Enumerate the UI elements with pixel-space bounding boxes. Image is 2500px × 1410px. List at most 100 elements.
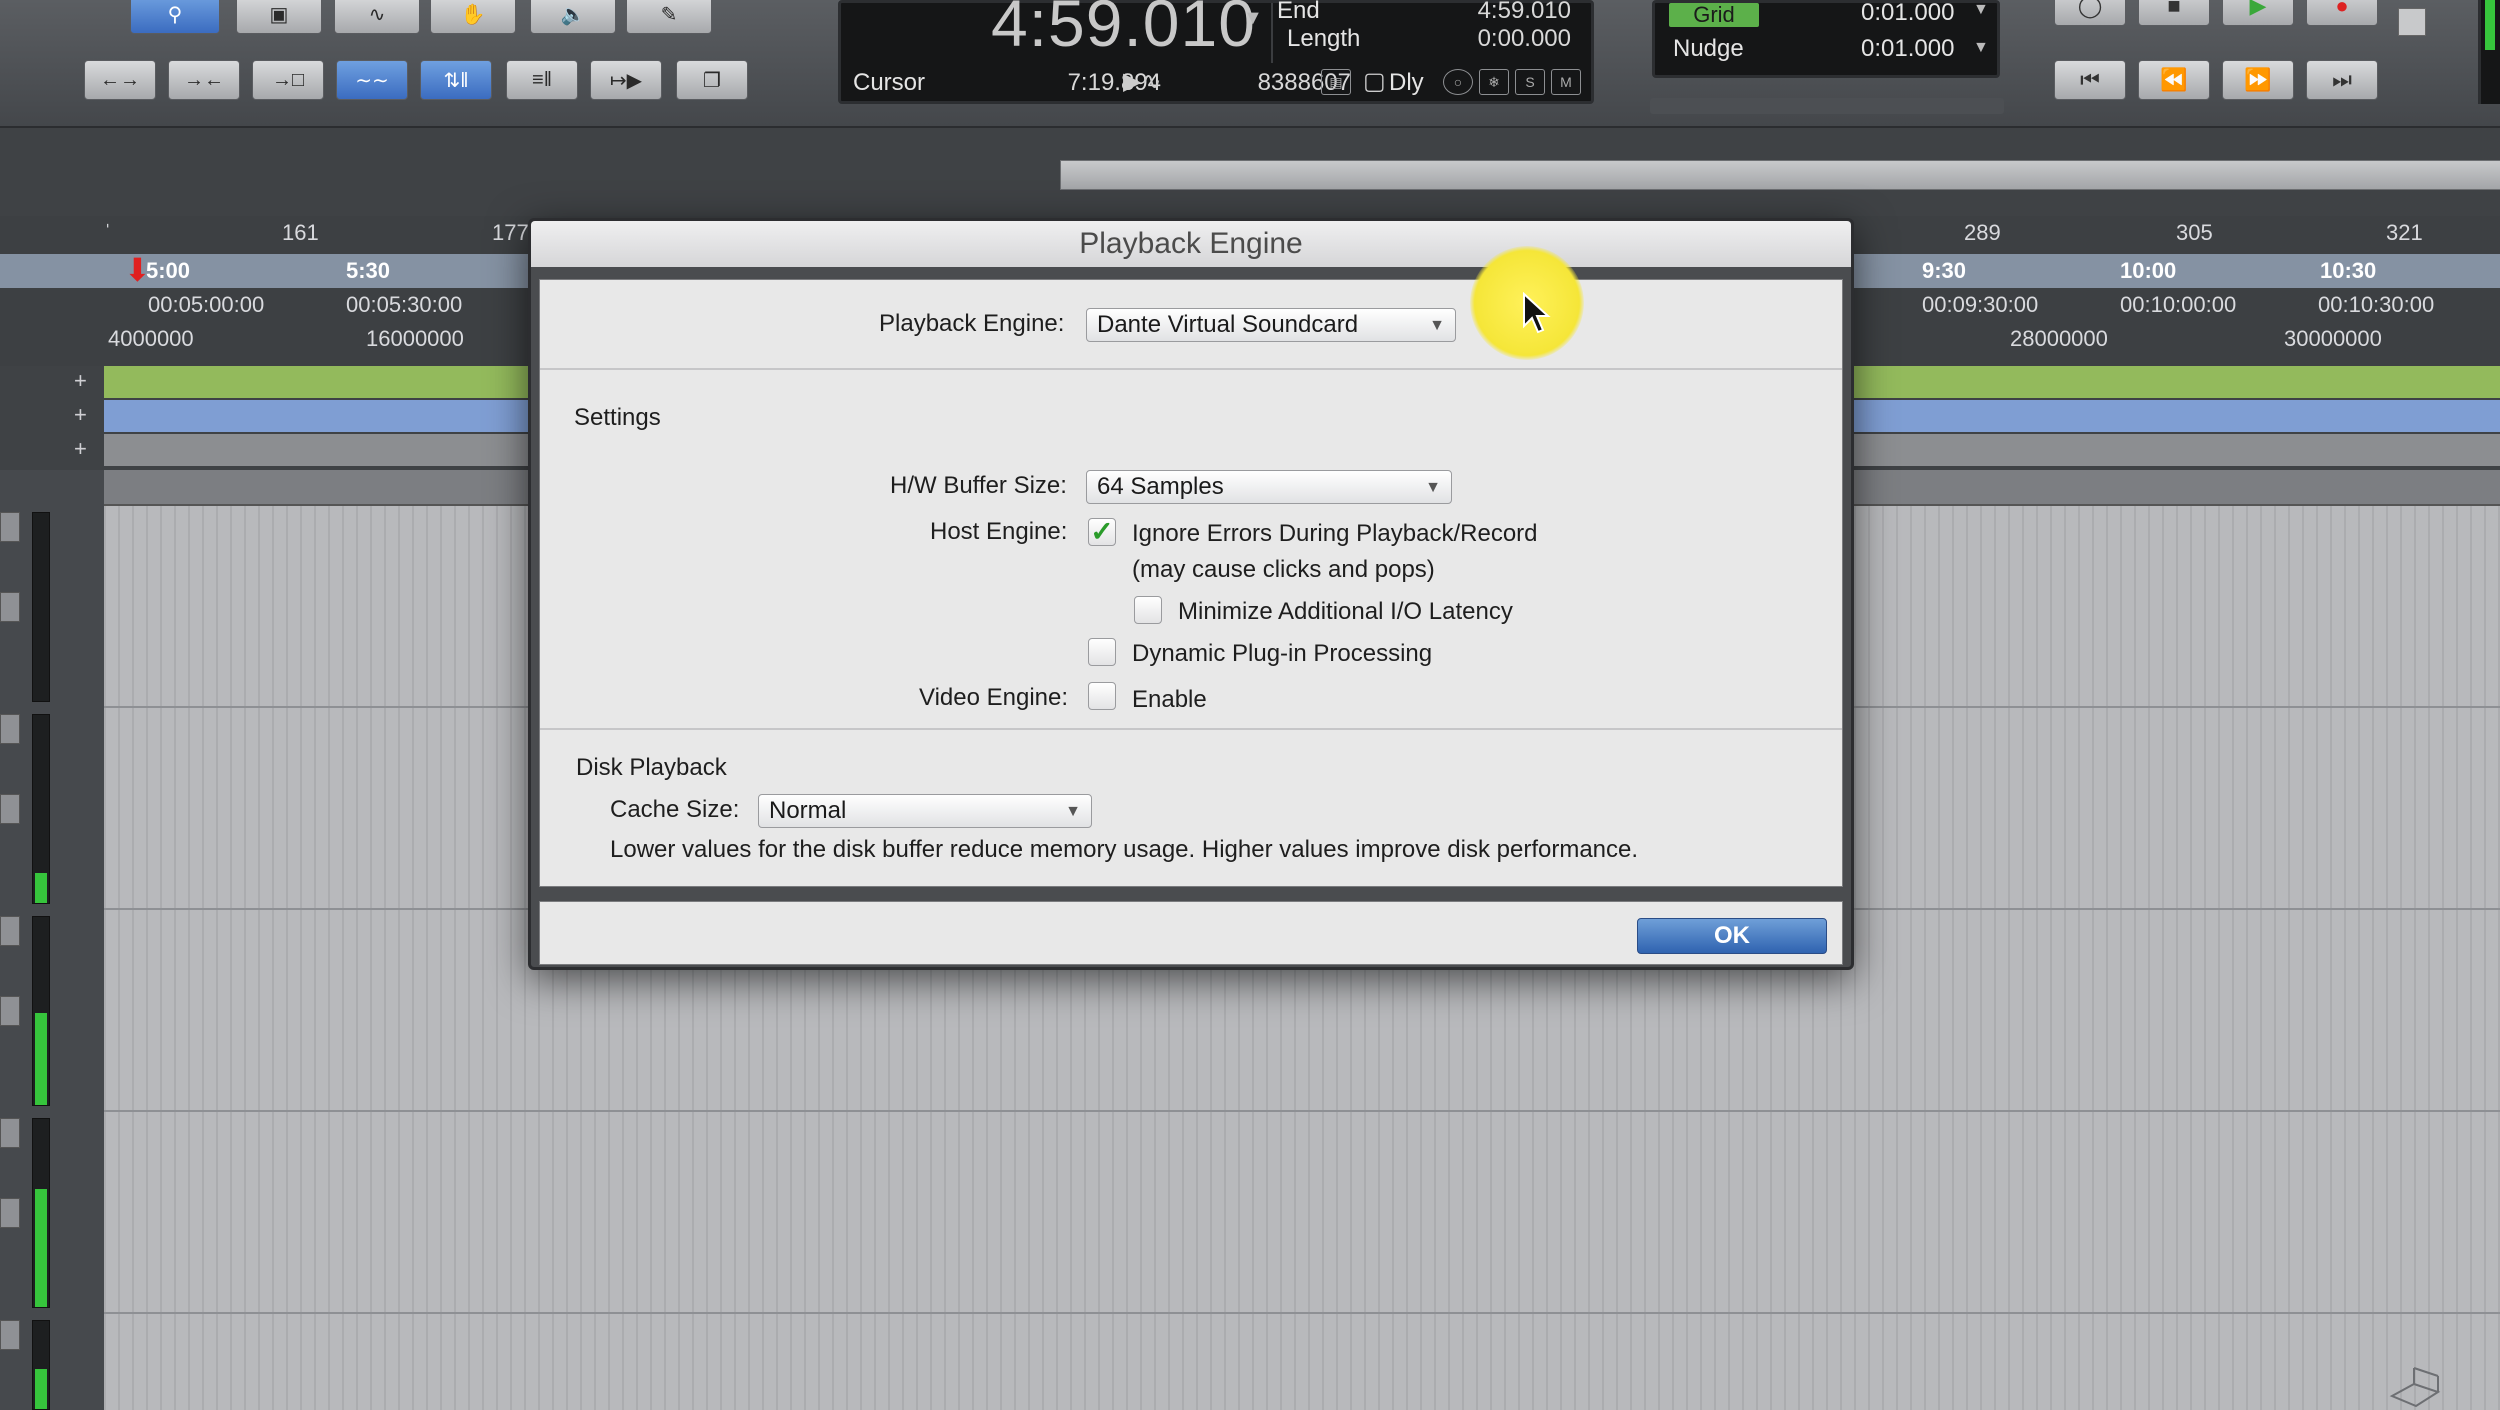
skip-back-icon: ⏮ [2080, 67, 2100, 92]
track-view-selector[interactable] [0, 714, 20, 744]
stop-icon: ■ [2167, 0, 2181, 18]
grid-mode-button[interactable]: ⇅‖ [420, 60, 492, 100]
insertion-follows-button[interactable]: ↦▶ [590, 60, 662, 100]
ignore-errors-checkbox[interactable]: ✓ [1088, 518, 1116, 546]
video-engine-label: Video Engine: [919, 684, 1069, 711]
add-meter-icon[interactable]: + [74, 402, 87, 428]
zoom-toggle-button[interactable]: ←→ [84, 60, 156, 100]
window-toggle[interactable] [2398, 8, 2426, 36]
ok-button[interactable]: OK [1637, 918, 1827, 954]
track-option-control[interactable] [0, 996, 20, 1026]
end-value[interactable]: 4:59.010 [1401, 0, 1571, 25]
cache-size-note: Lower values for the disk buffer reduce … [610, 836, 1639, 863]
track-view-selector[interactable] [0, 512, 20, 542]
horizontal-scrollbar[interactable] [1060, 160, 2500, 190]
main-time-display[interactable]: 4:59.010 [991, 0, 1256, 61]
grid-value[interactable]: 0:01.000 [1861, 0, 1954, 27]
length-value[interactable]: 0:00.000 [1401, 25, 1571, 53]
chevron-down-icon[interactable]: ▼ [1973, 1, 1989, 19]
track-meter [32, 916, 50, 1106]
mute-icon[interactable]: M [1551, 69, 1581, 95]
playback-engine-dialog: Playback Engine Playback Engine: Dante V… [528, 218, 1854, 970]
sample-label: 30000000 [2284, 326, 2382, 351]
nudge-value[interactable]: 0:01.000 [1861, 35, 1954, 63]
bar-label: 161 [282, 220, 319, 245]
track-view-selector[interactable] [0, 1118, 20, 1148]
chevron-down-icon: ▼ [1425, 479, 1441, 496]
rewind-button[interactable]: ⏪ [2138, 60, 2210, 100]
slip-button[interactable]: ∼∼ [336, 60, 408, 100]
stop-button[interactable]: ■ [2138, 0, 2210, 26]
video-enable-checkbox[interactable] [1088, 682, 1116, 710]
sample-label: 28000000 [2010, 326, 2108, 351]
section-divider [540, 728, 1842, 730]
zoomer-tool-button[interactable]: ⚲ [130, 0, 220, 34]
minsec-label: 10:30 [2320, 258, 2377, 283]
add-marker-icon[interactable]: + [74, 436, 87, 462]
playback-engine-select[interactable]: Dante Virtual Soundcard ▼ [1086, 308, 1456, 342]
skip-forward-icon: ⏭ [2332, 67, 2352, 92]
checkmark-icon: ✓ [1090, 516, 1114, 547]
bar-label: 305 [2176, 220, 2213, 245]
grid-badge[interactable]: Grid [1669, 2, 1759, 27]
grabber-tool-button[interactable]: ✋ [430, 0, 516, 34]
solo-icon[interactable]: S [1515, 69, 1545, 95]
mirrored-edit-button[interactable]: ❐ [676, 60, 748, 100]
dynamic-plugin-checkbox[interactable] [1088, 638, 1116, 666]
cube-watermark-icon [2389, 1367, 2441, 1408]
chevron-down-icon[interactable]: ▼ [1973, 39, 1989, 57]
ignore-errors-label: Ignore Errors During Playback/Record [1132, 520, 1538, 547]
video-enable-label: Enable [1132, 686, 1207, 713]
spot-button[interactable]: →□ [252, 60, 324, 100]
record-button[interactable]: ● [2306, 0, 2378, 26]
end-label: End [1277, 0, 1320, 24]
online-button[interactable]: ◯ [2054, 0, 2126, 26]
shuffle-button[interactable]: →← [168, 60, 240, 100]
bar-label: 289 [1964, 220, 2001, 245]
playhead-marker-icon[interactable]: ⬇ [124, 254, 151, 286]
settings-title: Settings [574, 404, 661, 431]
add-marker-icon[interactable]: + [74, 368, 87, 394]
track-view-selector[interactable] [0, 916, 20, 946]
chevron-down-icon[interactable]: ▼ [1243, 7, 1263, 30]
bar-label: 177 [492, 220, 529, 245]
buffer-size-select[interactable]: 64 Samples ▼ [1086, 470, 1452, 504]
minimize-latency-label: Minimize Additional I/O Latency [1178, 598, 1513, 625]
snowflake-icon[interactable]: ❄ [1479, 69, 1509, 95]
dly-label: Dly [1389, 69, 1424, 96]
go-to-end-button[interactable]: ⏭ [2306, 60, 2378, 100]
cache-size-select[interactable]: Normal ▼ [758, 794, 1092, 828]
fast-forward-button[interactable]: ⏩ [2222, 60, 2294, 100]
scrubber-tool-button[interactable]: 🔈 [530, 0, 616, 34]
edit-toolbar: ⚲ ▣ ∿ ✋ 🔈 ✎ ←→ →← →□ ∼∼ ⇅‖ ≡‖ ↦▶ ❐ 4:59.… [0, 0, 2500, 128]
trim-tool-button[interactable]: ▣ [236, 0, 322, 34]
track-option-control[interactable] [0, 1198, 20, 1228]
cache-size-value: Normal [769, 797, 847, 824]
track-meter [32, 714, 50, 904]
return-to-zero-button[interactable]: ⏮ [2054, 60, 2126, 100]
midi-icon[interactable]: ▤ [1321, 69, 1351, 95]
length-label: Length [1287, 25, 1361, 52]
track-option-control[interactable] [0, 794, 20, 824]
sample-label: 4000000 [108, 326, 194, 351]
expand-horizontal-icon: ←→ [100, 68, 140, 91]
track-option-control[interactable] [0, 592, 20, 622]
host-engine-label: Host Engine: [930, 518, 1068, 545]
track-divider [104, 1110, 2500, 1112]
play-button[interactable]: ▶ [2222, 0, 2294, 26]
pencil-tool-button[interactable]: ✎ [626, 0, 712, 34]
playback-engine-value: Dante Virtual Soundcard [1097, 311, 1359, 338]
track-view-selector[interactable] [0, 1320, 20, 1350]
selector-tool-button[interactable]: ∿ [334, 0, 420, 34]
circle-icon[interactable]: ○ [1443, 69, 1473, 95]
buffer-size-value: 64 Samples [1097, 473, 1224, 500]
section-divider [540, 368, 1842, 370]
link-button[interactable]: ≡‖ [506, 60, 578, 100]
minimize-latency-checkbox[interactable] [1134, 596, 1162, 624]
cursor-readout-bar: Cursor 7:19.894 ▶∿ 8388607 ▤ ▢ Dly ○ ❄ S… [841, 63, 1591, 103]
minsec-label: 5:30 [346, 258, 391, 283]
dialog-footer: OK [539, 901, 1843, 965]
main-counter: 4:59.010 ▼ End 4:59.010 Length 0:00.000 … [838, 0, 1594, 104]
dialog-title[interactable]: Playback Engine [531, 221, 1851, 267]
meter-edge [2478, 0, 2500, 104]
